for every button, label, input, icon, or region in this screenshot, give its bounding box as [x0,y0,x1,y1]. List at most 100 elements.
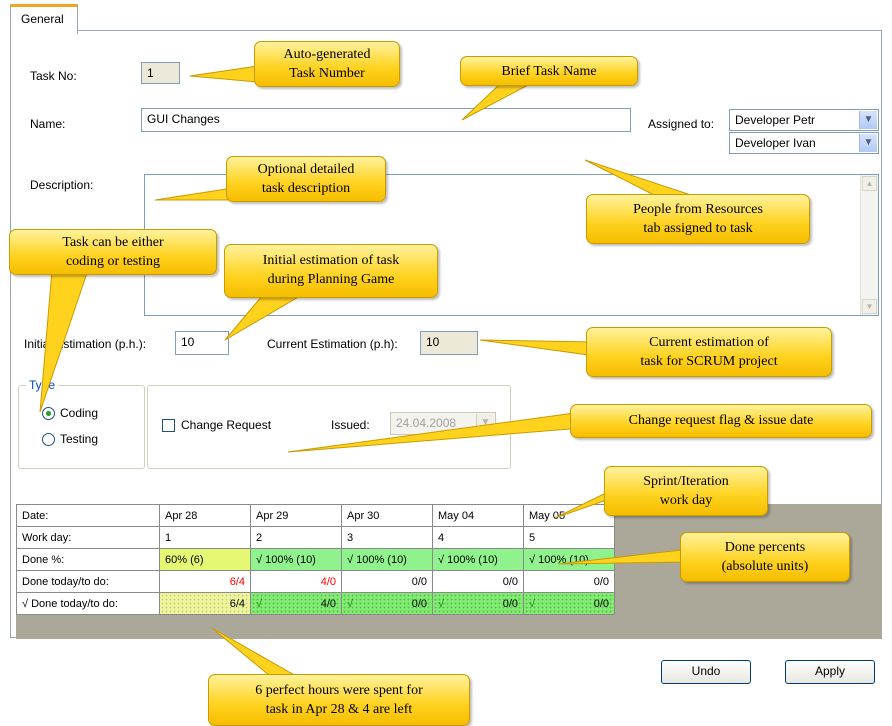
done-today-check-cell[interactable]: √ 4/0 [250,592,342,615]
done-today-cell[interactable]: 0/0 [432,570,524,593]
issued-label: Issued: [331,418,370,432]
chevron-down-icon[interactable]: ▼ [476,414,494,433]
initial-estimation-input[interactable]: 10 [175,331,229,355]
callout-line: coding or testing [65,254,161,269]
callout-line: People from Resources [633,202,763,217]
callout-line: Task can be either [62,235,164,250]
done-pct-cell[interactable]: 60% (6) [159,548,251,571]
assigned-value-2: Developer Ivan [735,136,816,150]
callout-line: tab assigned to task [643,221,753,236]
current-estimation-field: 10 [420,331,478,355]
row-label-date: Date: [16,504,160,527]
workday-cell[interactable]: 5 [523,526,615,549]
done-today-check-value: 6/4 [229,597,245,610]
task-no-field: 1 [141,62,180,84]
type-testing-radio[interactable] [42,433,55,446]
chevron-down-icon[interactable]: ▼ [859,111,877,129]
date-cell[interactable]: Apr 30 [341,504,433,527]
callout-perfect-hours: 6 perfect hours were spent for task in Ap… [208,674,470,726]
callout-auto-task-no: Auto-generated Task Number [254,41,400,87]
date-cell[interactable]: Apr 28 [159,504,251,527]
callout-line: (absolute units) [721,559,809,574]
workday-cell[interactable]: 3 [341,526,433,549]
workday-cell[interactable]: 4 [432,526,524,549]
tab-general-label: General [21,12,64,26]
issued-date-value: 24.04.2008 [396,416,457,430]
done-today-cell[interactable]: 6/4 [159,570,251,593]
assigned-select-1[interactable]: Developer Petr ▼ [729,109,879,131]
assigned-select-2[interactable]: Developer Ivan ▼ [729,132,879,154]
done-today-cell[interactable]: 0/0 [523,570,615,593]
callout-initial-est: Initial estimation of task during Plannin… [224,244,438,298]
row-label-done-today: Done today/to do: [16,570,160,593]
checkmark-icon: √ [256,597,263,610]
done-today-check-cell[interactable]: 6/4 [159,592,251,615]
description-scrollbar[interactable]: ▲ ▼ [860,175,878,315]
workday-cell[interactable]: 1 [159,526,251,549]
type-coding-label[interactable]: Coding [60,406,98,420]
done-today-check-value: 0/0 [411,597,427,610]
change-request-label[interactable]: Change Request [181,418,271,432]
callout-line: work day [659,493,713,508]
callout-line: task for SCRUM project [640,354,778,369]
callout-brief-name: Brief Task Name [460,56,638,86]
grid-row-date: Date: Apr 28 Apr 29 Apr 30 May 04 May 05 [16,504,615,527]
callout-line: task in Apr 28 & 4 are left [265,702,413,717]
callout-line: Task Number [289,66,365,81]
callout-line: task description [261,181,351,196]
type-legend: Type [26,378,59,392]
assigned-value-1: Developer Petr [735,113,816,127]
tab-general[interactable]: General [10,4,78,34]
callout-line: during Planning Game [267,272,395,287]
done-pct-cell[interactable]: √ 100% (10) [432,548,524,571]
callout-change-req: Change request flag & issue date [570,404,872,438]
name-label: Name: [30,117,66,131]
done-today-check-cell[interactable]: √ 0/0 [341,592,433,615]
done-today-cell[interactable]: 4/0 [250,570,342,593]
checkmark-icon: √ [529,597,536,610]
checkmark-icon: √ [438,597,445,610]
apply-button[interactable]: Apply [785,660,875,684]
done-today-check-cell[interactable]: √ 0/0 [523,592,615,615]
description-label: Description: [30,178,94,192]
current-estimation-label: Current Estimation (p.h): [267,337,398,351]
callout-line: Sprint/Iteration [643,474,729,489]
issued-date-picker[interactable]: 24.04.2008 ▼ [390,412,496,435]
date-cell[interactable]: May 05 [523,504,615,527]
date-cell[interactable]: Apr 29 [250,504,342,527]
done-today-check-value: 0/0 [502,597,518,610]
done-pct-cell[interactable]: √ 100% (10) [523,548,615,571]
scroll-down-icon[interactable]: ▼ [862,299,877,314]
chevron-down-icon[interactable]: ▼ [859,134,877,152]
done-pct-cell[interactable]: √ 100% (10) [250,548,342,571]
type-testing-label[interactable]: Testing [60,432,98,446]
done-today-cell[interactable]: 0/0 [341,570,433,593]
callout-type: Task can be either coding or testing [9,229,217,275]
name-input[interactable]: GUI Changes [141,108,631,132]
done-pct-cell[interactable]: √ 100% (10) [341,548,433,571]
checkmark-icon: √ [347,597,354,610]
change-request-checkbox[interactable] [162,419,175,432]
callout-current-est: Current estimation of task for SCRUM proj… [586,327,832,377]
callout-line: Initial estimation of task [262,253,400,268]
callout-line: Change request flag & issue date [628,413,814,428]
type-coding-radio[interactable] [42,407,55,420]
callout-optional-desc: Optional detailed task description [226,156,386,202]
assigned-to-label: Assigned to: [648,117,715,131]
grid-row-done-pct: Done %: 60% (6) √ 100% (10) √ 100% (10) … [16,548,615,571]
done-today-check-cell[interactable]: √ 0/0 [432,592,524,615]
callout-line: Done percents [724,540,806,555]
progress-grid: Date: Apr 28 Apr 29 Apr 30 May 04 May 05… [16,504,615,615]
row-label-workday: Work day: [16,526,160,549]
callout-done-pct: Done percents (absolute units) [680,532,850,582]
grid-row-done-today-check: √ Done today/to do: 6/4 √ 4/0 √ 0/0 √ 0/0 √… [16,592,615,615]
undo-button[interactable]: Undo [661,660,751,684]
workday-cell[interactable]: 2 [250,526,342,549]
done-today-check-value: 0/0 [593,597,609,610]
scroll-up-icon[interactable]: ▲ [862,176,877,191]
date-cell[interactable]: May 04 [432,504,524,527]
callout-line: Auto-generated [283,47,371,62]
grid-row-workday: Work day: 1 2 3 4 5 [16,526,615,549]
callout-line: Brief Task Name [501,64,597,79]
callout-line: Optional detailed [257,162,355,177]
